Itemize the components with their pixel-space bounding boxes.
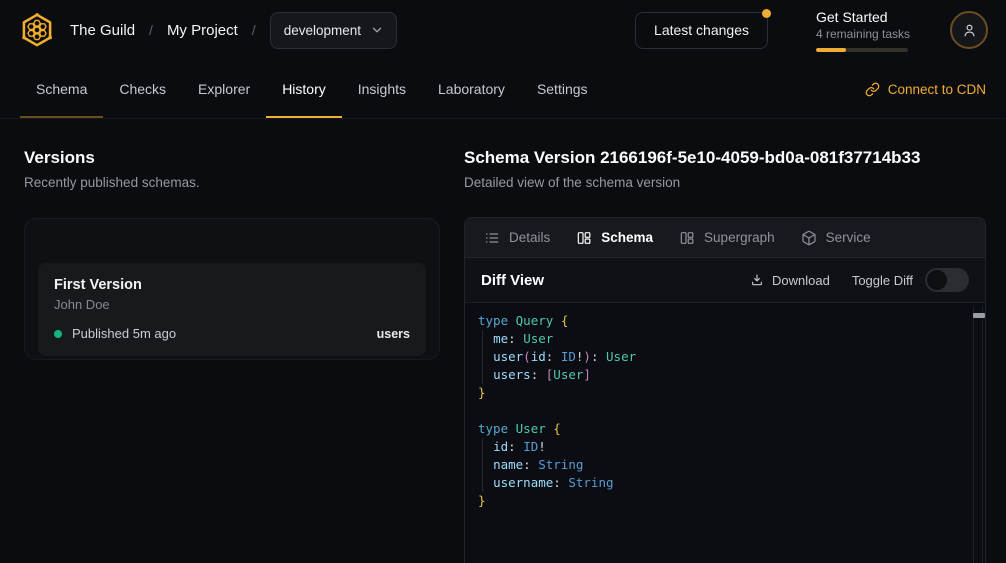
app-root: The Guild / My Project / development Lat… <box>0 0 1006 563</box>
code-line: type Query { <box>478 312 959 330</box>
code-line: user(id: ID!): User <box>478 348 959 366</box>
download-button[interactable]: Download <box>750 273 830 288</box>
app-header: The Guild / My Project / development Lat… <box>0 0 1006 60</box>
connect-cdn-label: Connect to CDN <box>888 82 986 97</box>
code-line: } <box>478 492 959 510</box>
environment-selector[interactable]: development <box>270 12 397 49</box>
schema-version-panel: DetailsSchemaSupergraphService Diff View… <box>464 217 986 563</box>
toggle-knob <box>927 270 947 290</box>
tab-insights[interactable]: Insights <box>342 60 422 118</box>
versions-panel: Versions Recently published schemas. Fir… <box>24 139 440 563</box>
toggle-diff-label: Toggle Diff <box>852 273 913 288</box>
download-icon <box>750 273 764 287</box>
tab-checks[interactable]: Checks <box>103 60 182 118</box>
tab-settings[interactable]: Settings <box>521 60 604 118</box>
version-list-item[interactable]: First Version John Doe Published 5m ago … <box>38 263 426 356</box>
cube-icon <box>801 230 817 246</box>
user-icon <box>961 22 978 39</box>
diff-actions: Download Toggle Diff <box>750 268 969 292</box>
code-line: username: String <box>478 474 959 492</box>
code-line: me: User <box>478 330 959 348</box>
latest-changes-button[interactable]: Latest changes <box>635 12 768 49</box>
main-content: Versions Recently published schemas. Fir… <box>0 119 1006 563</box>
list-icon <box>484 230 500 246</box>
version-title: First Version <box>54 276 410 295</box>
detail-subtitle: Detailed view of the schema version <box>464 174 986 191</box>
code-line: name: String <box>478 456 959 474</box>
notification-dot <box>762 9 771 18</box>
link-icon <box>865 82 880 97</box>
tab-laboratory[interactable]: Laboratory <box>422 60 521 118</box>
code-line: type User { <box>478 420 959 438</box>
columns-icon <box>679 230 695 246</box>
header-actions: Latest changes Get Started 4 remaining t… <box>635 9 988 52</box>
detail-title: Schema Version 2166196f-5e10-4059-bd0a-0… <box>464 147 986 169</box>
breadcrumb-separator: / <box>252 22 256 38</box>
avatar-button[interactable] <box>950 11 988 49</box>
guild-logo-icon[interactable] <box>18 11 56 49</box>
tab-schema[interactable]: Schema <box>20 60 103 118</box>
primary-nav: SchemaChecksExplorerHistoryInsightsLabor… <box>0 60 1006 119</box>
code-line: id: ID! <box>478 438 959 456</box>
code-block: type Query { me: User user(id: ID!): Use… <box>478 312 959 510</box>
diff-view-title: Diff View <box>481 272 544 289</box>
scrollbar-track[interactable] <box>973 306 983 563</box>
get-started-widget[interactable]: Get Started 4 remaining tasks <box>816 9 908 52</box>
get-started-subtitle: 4 remaining tasks <box>816 27 908 42</box>
versions-list-card: First Version John Doe Published 5m ago … <box>24 218 440 360</box>
breadcrumb-separator: / <box>149 22 153 38</box>
chevron-down-icon <box>370 23 384 37</box>
panel-tab-details[interactable]: Details <box>471 218 563 257</box>
get-started-progress-bar <box>816 48 908 52</box>
detail-panel: Schema Version 2166196f-5e10-4059-bd0a-0… <box>464 139 986 563</box>
latest-changes-label: Latest changes <box>654 22 749 38</box>
versions-title: Versions <box>24 147 440 169</box>
get-started-title: Get Started <box>816 9 908 26</box>
code-line: users: [User] <box>478 366 959 384</box>
versions-subtitle: Recently published schemas. <box>24 174 440 191</box>
version-author: John Doe <box>54 297 410 313</box>
tab-history[interactable]: History <box>266 60 342 118</box>
connect-cdn-button[interactable]: Connect to CDN <box>865 60 986 118</box>
environment-selector-value: development <box>284 23 361 38</box>
code-viewer: type Query { me: User user(id: ID!): Use… <box>465 303 985 563</box>
org-name-link[interactable]: The Guild <box>70 22 135 39</box>
breadcrumb: The Guild / My Project / development <box>18 11 397 49</box>
code-line <box>478 402 959 420</box>
tab-explorer[interactable]: Explorer <box>182 60 266 118</box>
diff-view-bar: Diff View Download Toggle Diff <box>465 258 985 303</box>
panel-tab-schema[interactable]: Schema <box>563 218 666 257</box>
project-name-link[interactable]: My Project <box>167 22 238 39</box>
published-status-dot <box>54 330 62 338</box>
download-label: Download <box>772 273 830 288</box>
version-status-row: Published 5m ago users <box>54 326 410 341</box>
primary-tabs: SchemaChecksExplorerHistoryInsightsLabor… <box>20 60 604 118</box>
get-started-progress-fill <box>816 48 846 52</box>
code-line: } <box>478 384 959 402</box>
diff-toggle-switch[interactable] <box>925 268 969 292</box>
toggle-diff-control: Toggle Diff <box>852 268 969 292</box>
scrollbar-thumb[interactable] <box>973 313 985 318</box>
panel-tabs: DetailsSchemaSupergraphService <box>465 218 985 258</box>
panel-tab-service[interactable]: Service <box>788 218 884 257</box>
columns-icon <box>576 230 592 246</box>
service-badge: users <box>377 327 410 341</box>
panel-tab-supergraph[interactable]: Supergraph <box>666 218 788 257</box>
published-status-text: Published 5m ago <box>72 326 176 341</box>
